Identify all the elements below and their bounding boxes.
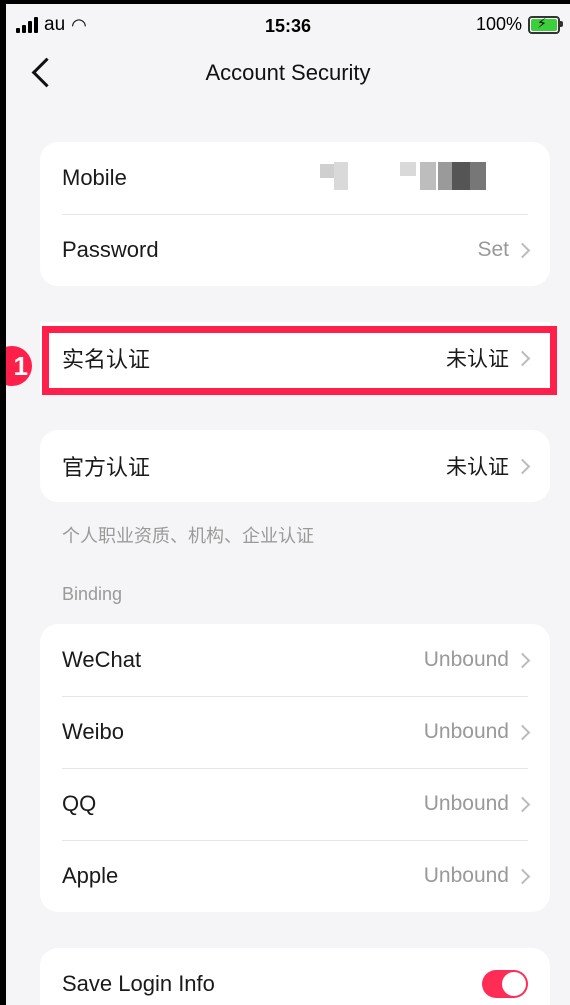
binding-label: Weibo [62,719,124,744]
chevron-right-icon [514,868,531,884]
binding-card: WeChat Unbound Weibo Unbound QQ Unbound … [40,624,550,912]
phone-screen: au ◠ 15:36 100% ⚡ Account Security Mobil… [6,4,570,1005]
battery-percent: 100% [475,14,522,34]
binding-row-wechat[interactable]: WeChat Unbound [40,624,550,696]
account-card: Mobile Password Set [40,142,550,286]
official-row[interactable]: 官方认证 未认证 [40,430,550,502]
save-login-card: Save Login Info [40,948,550,1005]
chevron-right-icon [514,652,531,668]
status-right: 100% ⚡ [475,14,563,35]
battery-icon: ⚡ [528,15,563,34]
official-label: 官方认证 [62,455,151,480]
binding-value: Unbound [423,720,509,743]
save-login-row: Save Login Info [40,948,550,1005]
mobile-row[interactable]: Mobile [40,142,550,214]
nav-bar: Account Security [6,46,570,106]
binding-row-weibo[interactable]: Weibo Unbound [40,696,550,768]
status-bar: au ◠ 15:36 100% ⚡ [6,4,570,44]
step-badge: 1 [6,346,32,386]
binding-label: WeChat [62,647,142,672]
chevron-right-icon [514,458,531,474]
binding-label: QQ [62,791,97,816]
chevron-right-icon [514,724,531,740]
highlight-box [42,326,557,395]
save-login-toggle[interactable] [482,970,528,998]
official-value: 未认证 [446,456,509,479]
chevron-right-icon [514,796,531,812]
save-login-label: Save Login Info [62,971,215,996]
official-note: 个人职业资质、机构、企业认证 [62,526,314,546]
chevron-right-icon [514,242,531,258]
password-label: Password [62,237,159,262]
page-title: Account Security [205,60,371,85]
password-value: Set [477,238,509,261]
binding-header: Binding [62,584,123,604]
binding-value: Unbound [423,792,509,815]
binding-row-apple[interactable]: Apple Unbound [40,840,550,912]
binding-row-qq[interactable]: QQ Unbound [40,768,550,840]
official-card: 官方认证 未认证 [40,430,550,502]
mobile-value-redacted [310,162,510,192]
binding-value: Unbound [423,648,509,671]
toggle-knob [502,972,526,996]
binding-value: Unbound [423,864,509,887]
binding-label: Apple [62,863,119,888]
password-row[interactable]: Password Set [40,214,550,286]
